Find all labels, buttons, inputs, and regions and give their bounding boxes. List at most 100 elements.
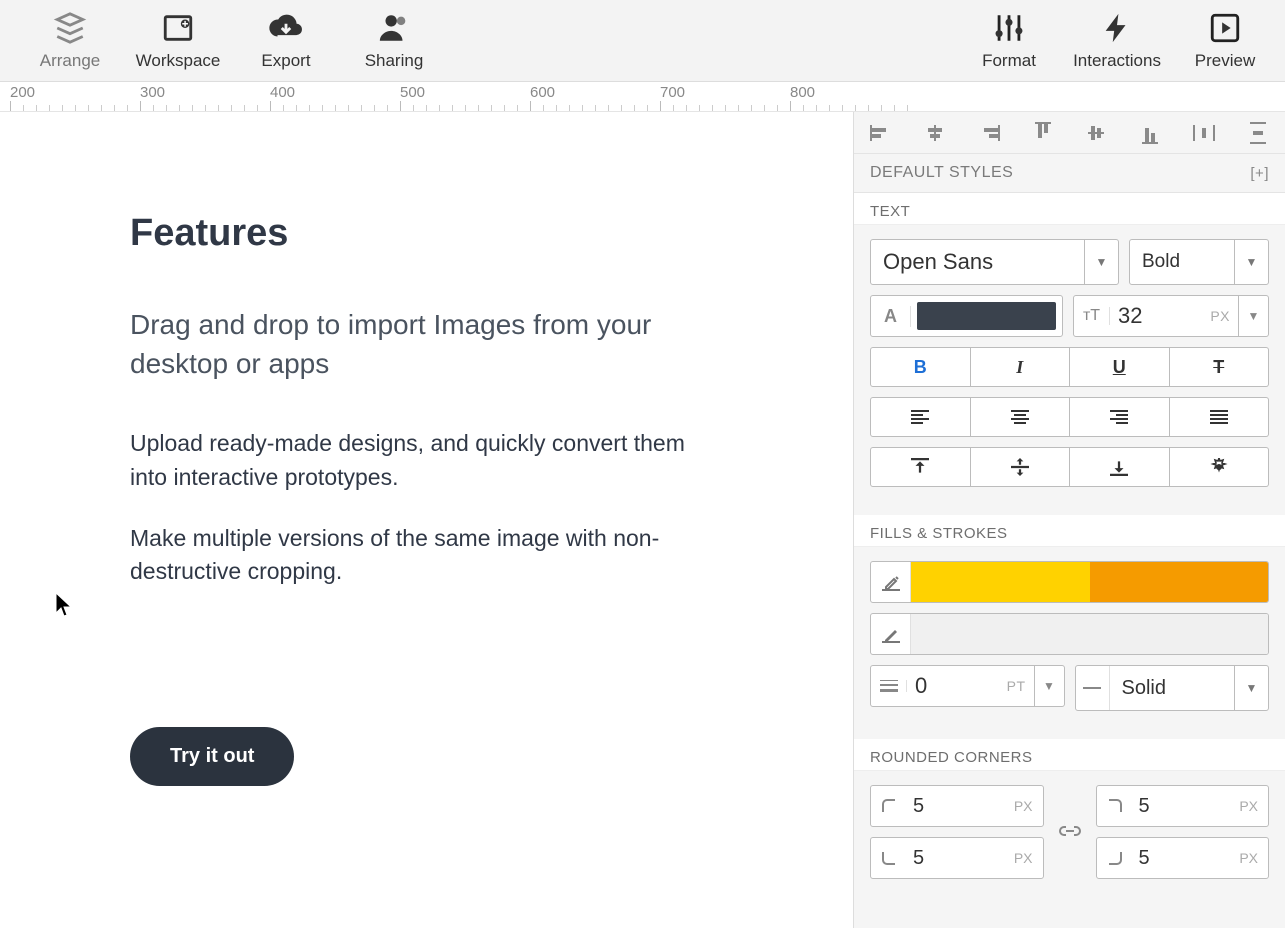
font-size-icon: тT [1074, 307, 1110, 325]
stroke-icon [871, 614, 911, 654]
distribute-h-icon[interactable] [1191, 123, 1217, 143]
preview-button[interactable]: Preview [1185, 11, 1265, 71]
corner-bl-value: 5 [907, 847, 1004, 870]
format-panel: DEFAULT STYLES [+] TEXT Open Sans ▼ Bold… [853, 112, 1285, 928]
corner-tr-icon [1097, 798, 1133, 814]
font-weight-value: Bold [1130, 251, 1234, 273]
fill-color-field[interactable] [870, 561, 1269, 603]
corner-br-icon [1097, 850, 1133, 866]
strikethrough-button[interactable]: T [1170, 347, 1270, 387]
text-color-label: A [871, 306, 911, 327]
add-style-button[interactable]: [+] [1250, 165, 1269, 182]
font-size-unit: PX [1202, 308, 1238, 324]
text-align-center-button[interactable] [971, 397, 1071, 437]
text-align-justify-button[interactable] [1170, 397, 1270, 437]
alignment-row [854, 112, 1285, 154]
stroke-style-select[interactable]: Solid ▼ [1075, 665, 1270, 711]
align-right-icon[interactable] [976, 123, 1002, 143]
default-styles-label: DEFAULT STYLES [870, 164, 1013, 182]
canvas-area[interactable]: Features Drag and drop to import Images … [0, 112, 853, 928]
corner-unit: PX [1004, 850, 1043, 866]
corner-tr-value: 5 [1133, 795, 1230, 818]
text-align-right-button[interactable] [1070, 397, 1170, 437]
ruler-mark: 200 [10, 84, 35, 101]
text-align-left-button[interactable] [870, 397, 971, 437]
underline-button[interactable]: U [1070, 347, 1170, 387]
chevron-down-icon: ▼ [1034, 666, 1064, 706]
features-body2[interactable]: Make multiple versions of the same image… [130, 522, 690, 589]
top-toolbar: Arrange Workspace Export Sharing Format … [0, 0, 1285, 82]
chevron-down-icon: ▼ [1084, 240, 1118, 284]
format-button[interactable]: Format [969, 11, 1049, 71]
vertical-align-middle-button[interactable] [971, 447, 1071, 487]
arrange-button[interactable]: Arrange [30, 11, 110, 71]
align-left-icon[interactable] [868, 123, 894, 143]
font-size-field[interactable]: тT 32 PX ▼ [1073, 295, 1269, 337]
workspace-button[interactable]: Workspace [138, 11, 218, 71]
corner-bl-field[interactable]: 5 PX [870, 837, 1044, 879]
stroke-width-field[interactable]: 0 PT ▼ [870, 665, 1065, 707]
corner-tl-value: 5 [907, 795, 1004, 818]
fill-swatch-1 [911, 562, 1090, 602]
align-bottom-icon[interactable] [1137, 123, 1163, 143]
ruler-mark: 600 [530, 84, 555, 101]
ruler-mark: 500 [400, 84, 425, 101]
features-body1[interactable]: Upload ready-made designs, and quickly c… [130, 427, 690, 494]
corner-tl-field[interactable]: 5 PX [870, 785, 1044, 827]
vertical-align-bottom-button[interactable] [1070, 447, 1170, 487]
stroke-style-value: Solid [1110, 677, 1235, 700]
align-center-h-icon[interactable] [922, 123, 948, 143]
export-button[interactable]: Export [246, 11, 326, 71]
stroke-width-unit: PT [999, 678, 1034, 694]
default-styles-header: DEFAULT STYLES [+] [854, 154, 1285, 193]
features-subtitle[interactable]: Drag and drop to import Images from your… [130, 305, 750, 383]
chevron-down-icon: ▼ [1238, 296, 1268, 336]
fill-icon [871, 562, 911, 602]
interactions-button[interactable]: Interactions [1077, 11, 1157, 71]
distribute-v-icon[interactable] [1245, 123, 1271, 143]
sharing-button[interactable]: Sharing [354, 11, 434, 71]
link-corners-button[interactable] [1056, 821, 1084, 844]
workspace-label: Workspace [136, 51, 221, 71]
corners-section-header: ROUNDED CORNERS [854, 739, 1285, 771]
chevron-down-icon: ▼ [1234, 240, 1268, 284]
stroke-color-field[interactable] [870, 613, 1269, 655]
export-label: Export [261, 51, 310, 71]
corner-tl-icon [871, 798, 907, 814]
text-settings-button[interactable] [1170, 447, 1270, 487]
ruler-mark: 400 [270, 84, 295, 101]
sharing-label: Sharing [365, 51, 424, 71]
text-color-field[interactable]: A [870, 295, 1063, 337]
vertical-align-top-button[interactable] [870, 447, 971, 487]
corner-unit: PX [1229, 798, 1268, 814]
features-title[interactable]: Features [130, 212, 813, 255]
align-center-v-icon[interactable] [1083, 123, 1109, 143]
font-family-select[interactable]: Open Sans ▼ [870, 239, 1119, 285]
horizontal-ruler: 200 300 400 500 600 700 800 [0, 82, 1285, 112]
font-size-value: 32 [1110, 303, 1202, 329]
cta-button[interactable]: Try it out [130, 727, 294, 786]
text-color-swatch [917, 302, 1056, 330]
corner-tr-field[interactable]: 5 PX [1096, 785, 1270, 827]
ruler-mark: 700 [660, 84, 685, 101]
bold-button[interactable]: B [870, 347, 971, 387]
arrange-label: Arrange [40, 51, 100, 71]
stroke-width-icon [871, 680, 907, 692]
stroke-swatch [911, 614, 1268, 654]
fill-swatch-2 [1090, 562, 1269, 602]
corner-br-field[interactable]: 5 PX [1096, 837, 1270, 879]
corner-unit: PX [1229, 850, 1268, 866]
font-family-value: Open Sans [871, 249, 1084, 275]
ruler-mark: 300 [140, 84, 165, 101]
italic-button[interactable]: I [971, 347, 1071, 387]
text-section-header: TEXT [854, 193, 1285, 225]
interactions-label: Interactions [1073, 51, 1161, 71]
format-label: Format [982, 51, 1036, 71]
corner-unit: PX [1004, 798, 1043, 814]
corner-br-value: 5 [1133, 847, 1230, 870]
align-top-icon[interactable] [1030, 123, 1056, 143]
ruler-mark: 800 [790, 84, 815, 101]
chevron-down-icon: ▼ [1234, 666, 1268, 710]
font-weight-select[interactable]: Bold ▼ [1129, 239, 1269, 285]
cursor-icon [55, 592, 75, 625]
